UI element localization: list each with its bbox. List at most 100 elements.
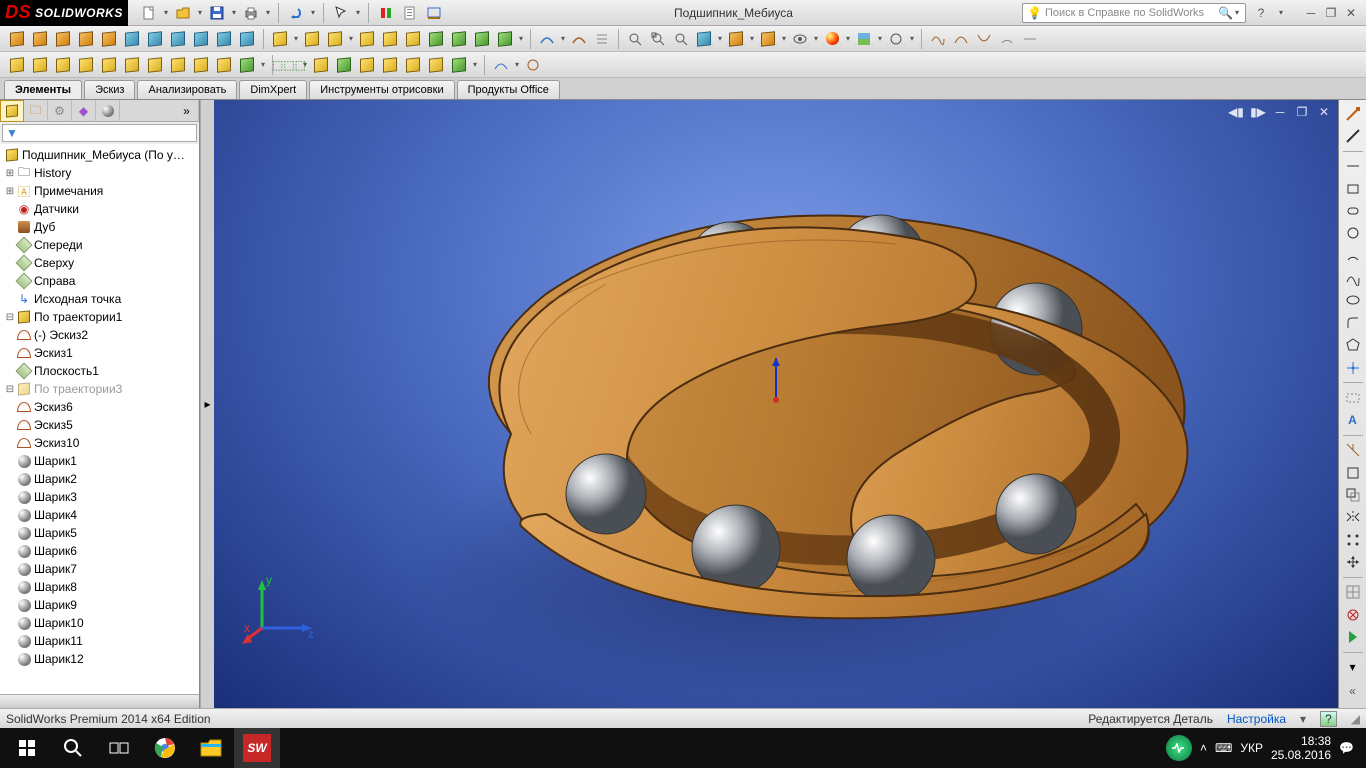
apply-scene-button[interactable] — [853, 28, 875, 50]
vp-minimize-icon[interactable]: ─ — [1272, 104, 1288, 120]
tree-top-plane[interactable]: Сверху — [0, 254, 199, 272]
arc-tool-button[interactable] — [996, 28, 1018, 50]
tree-ball9[interactable]: Шарик9 — [0, 596, 199, 614]
status-help-icon[interactable]: ? — [1320, 711, 1337, 727]
view-orient-button[interactable] — [725, 28, 747, 50]
tp-display-button[interactable] — [1342, 583, 1364, 602]
tray-chevron[interactable]: ˄ — [1200, 741, 1207, 755]
tp-repair-button[interactable] — [1342, 605, 1364, 624]
surf-extend-button[interactable] — [356, 54, 378, 76]
tree-ball11[interactable]: Шарик11 — [0, 632, 199, 650]
surf-loft-button[interactable] — [75, 54, 97, 76]
tree-ball5[interactable]: Шарик5 — [0, 524, 199, 542]
save-dropdown[interactable]: ▾ — [230, 8, 238, 17]
revolved-cut-button[interactable] — [167, 28, 189, 50]
prev-view-button[interactable] — [670, 28, 692, 50]
tray-clock[interactable]: 18:38 25.08.2016 — [1271, 734, 1331, 763]
delface-drop[interactable]: ▾ — [301, 60, 309, 69]
tab-dimxpert[interactable]: DimXpert — [239, 80, 307, 99]
edit-appearance-button[interactable] — [821, 28, 843, 50]
fm-tab-property[interactable]: 🗀 — [24, 100, 48, 122]
orient-drop[interactable]: ▾ — [748, 34, 756, 43]
status-resize-grip[interactable]: ◢ — [1351, 712, 1360, 726]
surf-knit-button[interactable] — [379, 54, 401, 76]
tp-polygon-button[interactable] — [1342, 335, 1364, 354]
tp-rect-button[interactable] — [1342, 179, 1364, 198]
chamfer-button[interactable] — [301, 28, 323, 50]
curves-drop[interactable]: ▾ — [559, 34, 567, 43]
save-button[interactable] — [206, 2, 228, 24]
tree-sketch6[interactable]: Эскиз6 — [0, 398, 199, 416]
close-button[interactable]: ✕ — [1342, 5, 1360, 21]
hideshow-drop[interactable]: ▾ — [812, 34, 820, 43]
surf-planar-button[interactable] — [144, 54, 166, 76]
surf-trim-button[interactable] — [310, 54, 332, 76]
help-button[interactable]: ? — [1252, 5, 1270, 21]
tree-ball10[interactable]: Шарик10 — [0, 614, 199, 632]
lofted-boss-button[interactable] — [75, 28, 97, 50]
tp-plane-button[interactable] — [1342, 388, 1364, 407]
viewport[interactable]: ◀▮ ▮▶ ─ ❐ ✕ — [214, 100, 1338, 708]
print-dropdown[interactable]: ▾ — [264, 8, 272, 17]
vp-close-icon[interactable]: ✕ — [1316, 104, 1332, 120]
swept-boss-button[interactable] — [52, 28, 74, 50]
explorer-app[interactable] — [188, 728, 234, 768]
fm-tab-tree[interactable] — [0, 100, 24, 122]
new-dropdown[interactable]: ▾ — [162, 8, 170, 17]
restore-button[interactable]: ❐ — [1322, 5, 1340, 21]
tree-sketch5[interactable]: Эскиз5 — [0, 416, 199, 434]
hide-show-button[interactable] — [789, 28, 811, 50]
minimize-button[interactable]: ─ — [1302, 5, 1320, 21]
help-search[interactable]: 💡 Поиск в Справке по SolidWorks 🔍 ▾ — [1022, 3, 1246, 23]
zoom-area-button[interactable] — [647, 28, 669, 50]
boundary-boss-button[interactable] — [98, 28, 120, 50]
undo-dropdown[interactable]: ▾ — [309, 8, 317, 17]
tp-mirror-button[interactable] — [1342, 508, 1364, 527]
fillet-button[interactable] — [269, 28, 291, 50]
view-triad[interactable]: y z x — [242, 568, 322, 648]
tp-arc-button[interactable] — [1342, 246, 1364, 265]
ref-geom-button[interactable] — [494, 28, 516, 50]
tp-point-button[interactable] — [1342, 358, 1364, 377]
tp-spline-button[interactable] — [1342, 268, 1364, 287]
shell-button[interactable] — [402, 28, 424, 50]
surf-thicken-button[interactable] — [402, 54, 424, 76]
tree-sweep1[interactable]: ⊟По траектории1 — [0, 308, 199, 326]
tp-slot-button[interactable] — [1342, 201, 1364, 220]
fm-tab-config[interactable]: ⚙ — [48, 100, 72, 122]
solidworks-app[interactable]: SW — [234, 728, 280, 768]
vp-next-icon[interactable]: ▮▶ — [1250, 104, 1266, 120]
tp-restore-button[interactable]: « — [1342, 680, 1364, 702]
view-settings-button[interactable] — [885, 28, 907, 50]
tab-elements[interactable]: Элементы — [4, 80, 82, 99]
tab-evaluate[interactable]: Анализировать — [137, 80, 237, 99]
tree-right-plane[interactable]: Справа — [0, 272, 199, 290]
vp-maximize-icon[interactable]: ❐ — [1294, 104, 1310, 120]
instant3d-button[interactable] — [568, 28, 590, 50]
open-file-button[interactable] — [172, 2, 194, 24]
select-dropdown[interactable]: ▾ — [354, 8, 362, 17]
fm-tab-dimxpert[interactable]: ◆ — [72, 100, 96, 122]
tp-trim-button[interactable] — [1342, 441, 1364, 460]
surf-curves-button[interactable] — [490, 54, 512, 76]
fillet-drop[interactable]: ▾ — [292, 34, 300, 43]
search-icon[interactable]: 🔍 — [1218, 6, 1233, 20]
tray-keyboard-icon[interactable]: ⌨ — [1215, 741, 1232, 755]
wrap-button[interactable] — [425, 28, 447, 50]
tree-front-plane[interactable]: Спереди — [0, 236, 199, 254]
tree-sensors[interactable]: ◉Датчики — [0, 200, 199, 218]
tree-sketch2[interactable]: (-) Эскиз2 — [0, 326, 199, 344]
spline-tool-button[interactable] — [927, 28, 949, 50]
tree-sketch1[interactable]: Эскиз1 — [0, 344, 199, 362]
spline-3-button[interactable] — [973, 28, 995, 50]
tp-move-button[interactable] — [1342, 552, 1364, 571]
start-button[interactable] — [4, 728, 50, 768]
tp-line2-button[interactable] — [1342, 157, 1364, 176]
tree-ball12[interactable]: Шарик12 — [0, 650, 199, 668]
tab-render[interactable]: Инструменты отрисовки — [309, 80, 454, 99]
surf-ruled-button[interactable] — [213, 54, 235, 76]
mirror-button[interactable] — [471, 28, 493, 50]
fm-flyout-button[interactable]: » — [175, 100, 199, 122]
display-style-button[interactable] — [757, 28, 779, 50]
print-button[interactable] — [240, 2, 262, 24]
